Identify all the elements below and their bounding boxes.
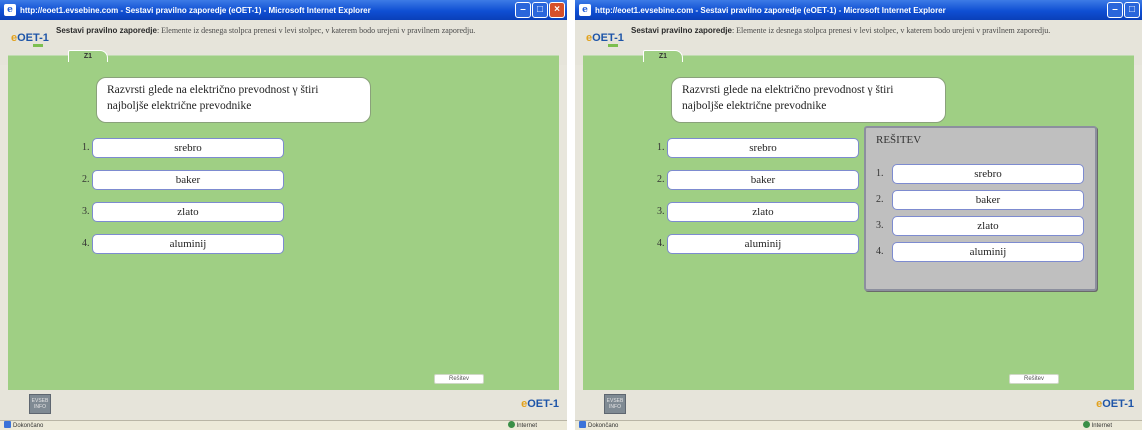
titlebar[interactable]: e http://eoet1.evsebine.com - Sestavi pr… xyxy=(575,0,1142,20)
status-bar: Dokončano Internet xyxy=(0,420,567,430)
status-text: Dokončano xyxy=(588,423,619,429)
ie-icon: e xyxy=(579,4,591,16)
solution-item: zlato xyxy=(892,216,1084,236)
window-controls: – □ × xyxy=(515,2,565,18)
footer-logo: eOET-1 xyxy=(521,398,559,410)
order-number: 3. xyxy=(82,206,90,217)
order-slot[interactable]: aluminij xyxy=(667,234,859,254)
solution-button[interactable]: Rešitev xyxy=(1009,374,1059,384)
solution-title: REŠITEV xyxy=(876,134,922,146)
ie-icon: e xyxy=(4,4,16,16)
order-number: 2. xyxy=(657,174,665,185)
order-slot[interactable]: zlato xyxy=(667,202,859,222)
order-number: 2. xyxy=(82,174,90,185)
maximize-icon[interactable]: □ xyxy=(532,2,548,18)
minimize-icon[interactable]: – xyxy=(1107,2,1123,18)
browser-window-left: e http://eoet1.evsebine.com - Sestavi pr… xyxy=(0,0,567,430)
instruction-title: Sestavi pravilno zaporedje xyxy=(56,26,157,35)
instruction: Sestavi pravilno zaporedje: Elemente iz … xyxy=(631,26,1091,36)
order-number: 4. xyxy=(82,238,90,249)
maximize-icon[interactable]: □ xyxy=(1124,2,1140,18)
order-slot[interactable]: baker xyxy=(667,170,859,190)
question-box: Razvrsti glede na električno prevodnost … xyxy=(96,77,371,123)
order-number: 4. xyxy=(657,238,665,249)
order-slot[interactable]: aluminij xyxy=(92,234,284,254)
solution-button[interactable]: Rešitev xyxy=(434,374,484,384)
order-slot[interactable]: srebro xyxy=(92,138,284,158)
solution-item: aluminij xyxy=(892,242,1084,262)
solution-row: 2. baker xyxy=(876,190,1088,210)
solution-number: 2. xyxy=(876,194,884,205)
window-controls: – □ xyxy=(1107,2,1140,18)
window-title: http://eoet1.evsebine.com - Sestavi prav… xyxy=(595,5,946,15)
solution-panel: REŠITEV 1. srebro 2. baker 3. zlato 4. a… xyxy=(864,126,1097,291)
screenshot-root: e http://eoet1.evsebine.com - Sestavi pr… xyxy=(0,0,1142,430)
instruction-text: : Elemente iz desnega stolpca prenesi v … xyxy=(156,26,476,35)
evseb-badge[interactable]: EVSEB INFO xyxy=(604,394,626,414)
instruction-text: : Elemente iz desnega stolpca prenesi v … xyxy=(731,26,1051,35)
solution-number: 4. xyxy=(876,246,884,257)
exercise-stage: Z1 Razvrsti glede na električno prevodno… xyxy=(8,50,559,390)
titlebar[interactable]: e http://eoet1.evsebine.com - Sestavi pr… xyxy=(0,0,567,20)
solution-row: 1. srebro xyxy=(876,164,1088,184)
status-text: Dokončano xyxy=(13,423,44,429)
zone-text: Internet xyxy=(1091,423,1112,429)
footer-logo: eOET-1 xyxy=(1096,398,1134,410)
exercise-stage: Z1 Razvrsti glede na električno prevodno… xyxy=(583,50,1134,390)
question-box: Razvrsti glede na električno prevodnost … xyxy=(671,77,946,123)
evseb-badge[interactable]: EVSEB INFO xyxy=(29,394,51,414)
order-slot[interactable]: zlato xyxy=(92,202,284,222)
solution-row: 4. aluminij xyxy=(876,242,1088,262)
order-number: 3. xyxy=(657,206,665,217)
zone-text: Internet xyxy=(516,423,537,429)
solution-item: baker xyxy=(892,190,1084,210)
page-icon xyxy=(579,421,586,428)
page-icon xyxy=(4,421,11,428)
solution-number: 1. xyxy=(876,168,884,179)
order-number: 1. xyxy=(82,142,90,153)
app-footer: EVSEB INFO eOET-1 xyxy=(0,390,567,420)
solution-number: 3. xyxy=(876,220,884,231)
tab-z1[interactable]: Z1 xyxy=(68,50,108,62)
oet-logo: eOET-1 xyxy=(586,32,624,47)
oet-logo: eOET-1 xyxy=(11,32,49,47)
order-slot[interactable]: srebro xyxy=(667,138,859,158)
solution-item: srebro xyxy=(892,164,1084,184)
instruction: Sestavi pravilno zaporedje: Elemente iz … xyxy=(56,26,516,36)
browser-window-right: e http://eoet1.evsebine.com - Sestavi pr… xyxy=(575,0,1142,430)
order-slot[interactable]: baker xyxy=(92,170,284,190)
tab-z1[interactable]: Z1 xyxy=(643,50,683,62)
globe-icon xyxy=(507,421,515,428)
window-title: http://eoet1.evsebine.com - Sestavi prav… xyxy=(20,5,371,15)
globe-icon xyxy=(1082,421,1090,428)
solution-row: 3. zlato xyxy=(876,216,1088,236)
instruction-title: Sestavi pravilno zaporedje xyxy=(631,26,732,35)
order-number: 1. xyxy=(657,142,665,153)
minimize-icon[interactable]: – xyxy=(515,2,531,18)
status-bar: Dokončano Internet xyxy=(575,420,1142,430)
close-icon[interactable]: × xyxy=(549,2,565,18)
app-footer: EVSEB INFO eOET-1 xyxy=(575,390,1142,420)
